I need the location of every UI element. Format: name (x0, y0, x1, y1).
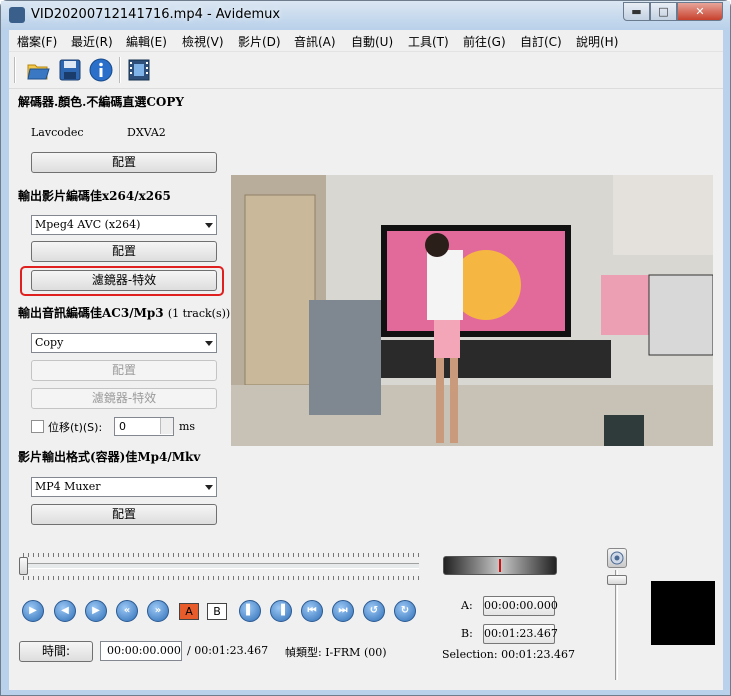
seek-ticks-bottom (23, 576, 419, 580)
menu-go[interactable]: 前往(G) (463, 33, 506, 50)
title-bar[interactable]: VID20200712141716.mp4 - Avidemux ▬ □ ✕ (1, 1, 730, 29)
menu-recent[interactable]: 最近(R) (71, 33, 113, 50)
volume-slider[interactable] (615, 570, 618, 680)
video-preview (231, 175, 713, 446)
menu-file[interactable]: 檔案(F) (17, 33, 57, 50)
menu-audio[interactable]: 音訊(A) (294, 33, 336, 50)
marker-a-value[interactable]: 00:00:00.000 (483, 596, 558, 616)
filters-highlight-box (20, 266, 224, 296)
menu-custom[interactable]: 自訂(C) (520, 33, 562, 50)
close-button[interactable]: ✕ (677, 2, 723, 21)
filmstrip-icon[interactable] (126, 57, 152, 83)
audio-codec-selected: Copy (35, 336, 64, 349)
toolbar-grip (14, 57, 16, 83)
marker-b-label: B: (461, 627, 473, 640)
video-codec-selected: Mpeg4 AVC (x264) (35, 218, 141, 231)
audio-config-button[interactable]: 配置 (31, 360, 217, 381)
jog-shuttle-marker (499, 559, 501, 572)
video-frame-image (231, 175, 713, 446)
info-icon[interactable] (88, 57, 114, 83)
selection-duration: Selection: 00:01:23.467 (442, 648, 575, 661)
audio-shift-unit: ms (179, 420, 196, 433)
audio-shift-checkbox[interactable] (31, 420, 44, 433)
decoder-header: 解碼器.顏色.不編碼直選COPY (18, 95, 184, 109)
marker-b-value[interactable]: 00:01:23.467 (483, 624, 558, 644)
toolbar-separator (119, 57, 121, 83)
decoder-config-button[interactable]: 配置 (31, 152, 217, 173)
go-marker-b-icon[interactable]: ▐ (270, 600, 292, 622)
volume-slider-thumb[interactable] (607, 575, 627, 585)
frame-type-label: 幀類型: I-FRM (00) (285, 646, 387, 659)
menu-help[interactable]: 說明(H) (576, 33, 618, 50)
speaker-icon[interactable] (607, 548, 627, 568)
current-time-field[interactable]: 00:00:00.000 (100, 641, 182, 661)
spin-down-icon[interactable] (160, 426, 173, 434)
seek-ticks-top (23, 553, 419, 557)
audio-meter-display (651, 581, 715, 645)
decoder-hw-accel: DXVA2 (127, 126, 166, 139)
set-marker-a-button[interactable]: A (179, 603, 199, 620)
chevron-down-icon (205, 485, 213, 490)
save-icon[interactable] (57, 57, 83, 83)
toolbar (9, 53, 723, 89)
audio-filters-button[interactable]: 濾鏡器-特效 (31, 388, 217, 409)
menu-tools[interactable]: 工具(T) (408, 33, 449, 50)
container-format-selected: MP4 Muxer (35, 480, 101, 493)
menu-auto[interactable]: 自動(U) (351, 33, 393, 50)
decoder-codec-name: Lavcodec (31, 126, 84, 139)
menu-video[interactable]: 影片(D) (238, 33, 281, 50)
set-marker-b-button[interactable]: B (207, 603, 227, 620)
go-marker-a-icon[interactable]: ▌ (239, 600, 261, 622)
container-format-select[interactable]: MP4 Muxer (31, 477, 217, 497)
audio-codec-select[interactable]: Copy (31, 333, 217, 353)
menu-view[interactable]: 檢視(V) (182, 33, 224, 50)
window-title: VID20200712141716.mp4 - Avidemux (31, 7, 281, 22)
time-button[interactable]: 時間: (19, 641, 93, 662)
minimize-button[interactable]: ▬ (623, 2, 650, 21)
go-end-icon[interactable]: ⏭ (332, 600, 354, 622)
spin-up-icon[interactable] (160, 418, 173, 426)
next-frame-icon[interactable]: ▶ (85, 600, 107, 622)
main-client-area: 檔案(F) 最近(R) 編輯(E) 檢視(V) 影片(D) 音訊(A) 自動(U… (9, 30, 723, 690)
previous-frame-icon[interactable]: ◀ (54, 600, 76, 622)
app-window: VID20200712141716.mp4 - Avidemux ▬ □ ✕ 檔… (0, 0, 731, 696)
audio-shift-value: 0 (119, 420, 126, 433)
chevron-down-icon (205, 341, 213, 346)
previous-keyframe-icon[interactable]: « (116, 600, 138, 622)
audio-output-title: 輸出音訊編碼佳AC3/Mp3 (18, 306, 164, 320)
menu-edit[interactable]: 編輯(E) (126, 33, 167, 50)
chevron-down-icon (205, 223, 213, 228)
video-output-header: 輸出影片編碼佳x264/x265 (18, 189, 171, 203)
forward-one-minute-icon[interactable]: ↻ (394, 600, 416, 622)
audio-output-header: 輸出音訊編碼佳AC3/Mp3 (1 track(s)) (18, 304, 230, 321)
avidemux-app-icon (9, 7, 25, 23)
seek-slider[interactable] (23, 563, 419, 569)
jog-shuttle[interactable] (443, 556, 557, 575)
menu-bar: 檔案(F) 最近(R) 編輯(E) 檢視(V) 影片(D) 音訊(A) 自動(U… (9, 30, 723, 52)
open-folder-icon[interactable] (25, 57, 51, 83)
audio-shift-spinbox[interactable]: 0 (114, 417, 174, 436)
total-time-label: / 00:01:23.467 (187, 644, 269, 657)
audio-shift-label: 位移(t)(S): (48, 421, 103, 434)
back-one-minute-icon[interactable]: ↺ (363, 600, 385, 622)
seek-slider-thumb[interactable] (19, 557, 28, 575)
audio-track-count: (1 track(s)) (167, 307, 231, 320)
marker-a-label: A: (461, 599, 473, 612)
go-start-icon[interactable]: ⏮ (301, 600, 323, 622)
video-codec-select[interactable]: Mpeg4 AVC (x264) (31, 215, 217, 235)
container-config-button[interactable]: 配置 (31, 504, 217, 525)
play-icon[interactable]: ▶ (22, 600, 44, 622)
maximize-button[interactable]: □ (650, 2, 677, 21)
container-header: 影片輸出格式(容器)佳Mp4/Mkv (18, 450, 201, 464)
video-config-button[interactable]: 配置 (31, 241, 217, 262)
next-keyframe-icon[interactable]: » (147, 600, 169, 622)
